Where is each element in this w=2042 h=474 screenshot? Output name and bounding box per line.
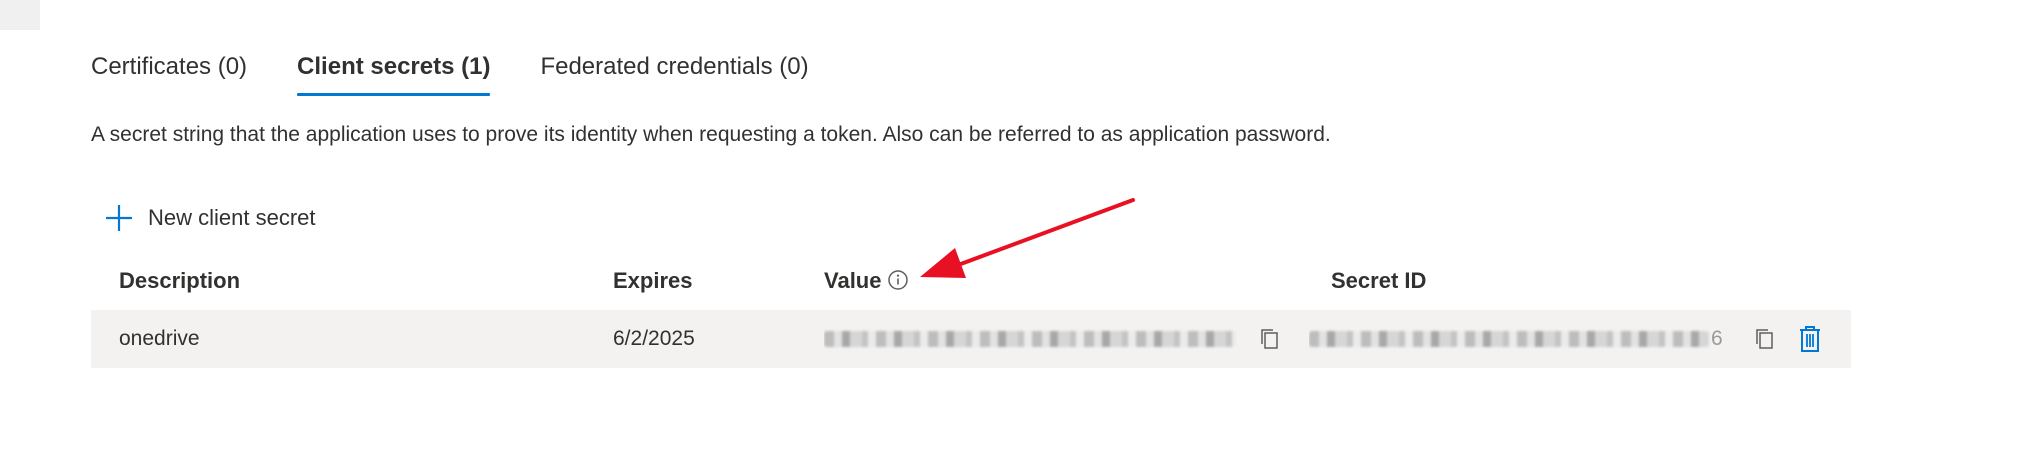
copy-icon <box>1756 329 1773 349</box>
header-secret-id: Secret ID <box>1331 268 1427 293</box>
tab-bar: Certificates (0) Client secrets (1) Fede… <box>91 50 859 100</box>
cell-secret-id-redacted: 6 <box>1309 310 1729 368</box>
table-header: Description Expires Value Secret ID <box>91 261 1851 301</box>
copy-value-button[interactable] <box>1254 323 1286 355</box>
new-client-secret-label: New client secret <box>148 205 316 230</box>
tab-certificates[interactable]: Certificates (0) <box>91 50 247 84</box>
cell-description: onedrive <box>119 327 200 350</box>
new-client-secret-button[interactable]: New client secret <box>104 202 316 234</box>
header-expires: Expires <box>613 268 693 293</box>
delete-icon <box>1800 326 1820 352</box>
tab-client-secrets[interactable]: Client secrets (1) <box>297 50 491 96</box>
corner-box <box>0 0 40 30</box>
cell-expires: 6/2/2025 <box>613 327 695 350</box>
header-description: Description <box>119 268 241 293</box>
copy-secret-id-button[interactable] <box>1749 323 1781 355</box>
copy-icon <box>1261 329 1278 349</box>
header-value-label: Value <box>824 268 882 293</box>
delete-secret-button[interactable] <box>1794 323 1826 355</box>
table-row: onedrive 6/2/2025 6 <box>91 310 1851 368</box>
info-icon[interactable] <box>887 269 909 291</box>
header-value: Value <box>824 261 909 301</box>
section-description: A secret string that the application use… <box>91 123 1331 146</box>
tab-federated-credentials[interactable]: Federated credentials (0) <box>540 50 808 84</box>
cell-value-redacted <box>824 310 1244 368</box>
plus-icon <box>106 205 132 231</box>
secret-id-visible-suffix: 6 <box>1711 327 1723 350</box>
